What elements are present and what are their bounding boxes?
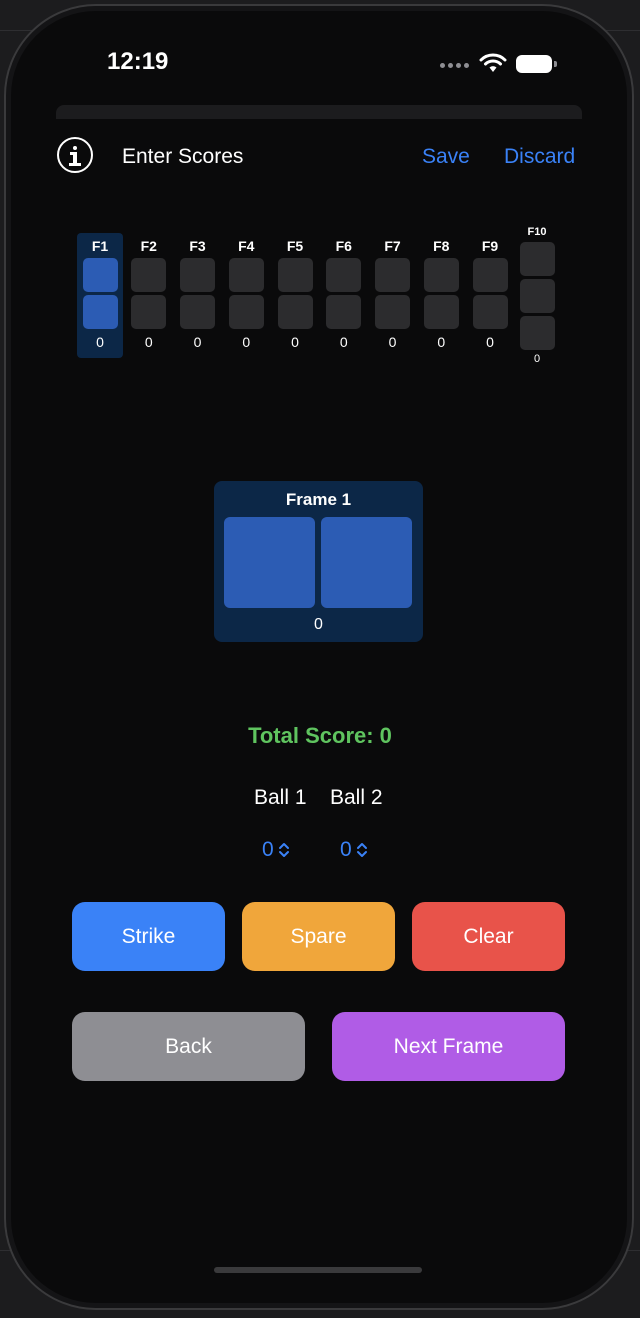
frame-label: F9 [481,238,499,254]
current-ball-1-box[interactable] [224,517,315,608]
ball-box-2[interactable] [228,295,264,329]
ball-box-1[interactable] [519,242,555,276]
frame-total: 0 [486,334,494,350]
ball-box-1[interactable] [375,258,410,292]
frame-label: F1 [91,238,109,254]
current-frame-total: 0 [314,616,323,633]
ball-2-value: 0 [340,838,352,861]
frame-label: F2 [140,238,157,254]
strike-button[interactable]: Strike [72,902,225,971]
spare-button[interactable]: Spare [242,902,395,971]
frame-label: F3 [189,238,206,254]
ball-box-1[interactable] [82,258,118,292]
frame-total: 0 [96,334,104,350]
frame-column-5[interactable]: F5 0 [272,237,318,350]
current-frame-title: Frame 1 [285,490,352,509]
frame-label: F6 [335,238,352,254]
cellular-signal-icon [440,63,469,68]
save-button[interactable]: Save [422,145,470,169]
frame-column-3[interactable]: F3 0 [175,237,221,350]
ball-box-1[interactable] [326,258,362,292]
back-button[interactable]: Back [72,1012,305,1081]
ball-box-2[interactable] [131,295,167,329]
frame-total: 0 [533,353,541,365]
ball-box-1[interactable] [423,258,459,292]
frame-total: 0 [437,334,446,350]
frame-column-7[interactable]: F7 0 [370,237,416,350]
ball-2-picker[interactable]: 0 [340,838,368,862]
frame-column-6[interactable]: F6 0 [321,237,367,350]
battery-tip [554,61,557,67]
ball-box-2[interactable] [375,295,410,329]
ball-1-picker[interactable]: 0 [262,838,290,862]
ball-1-value: 0 [262,838,274,861]
ball-box-2[interactable] [277,295,313,329]
frame-column-1[interactable]: F1 0 [77,237,123,350]
page-title: Enter Scores [122,145,244,168]
frame-label: F10 [527,226,547,238]
frame-total: 0 [144,334,153,350]
current-ball-2-box[interactable] [321,517,412,608]
ball-box-2[interactable] [326,295,362,329]
total-score: Total Score: 0 [248,723,392,748]
ball-box-1[interactable] [131,258,167,292]
info-icon[interactable] [57,137,93,173]
frame-column-2[interactable]: F2 0 [126,237,172,350]
ball-box-2[interactable] [472,295,508,329]
ball-box-1[interactable] [180,258,215,292]
ball-box-1[interactable] [277,258,313,292]
frame-label: F7 [384,238,401,254]
ball-box-2[interactable] [519,279,555,313]
frame-total: 0 [291,334,299,350]
wifi-icon [479,53,507,78]
current-frame-card: Frame 1 0 [214,481,423,642]
chevron-up-down-icon [278,843,289,857]
sheet-top-edge [56,105,582,119]
home-indicator [214,1267,422,1273]
frame-column-9[interactable]: F9 0 [467,237,513,350]
ball-1-label: Ball 1 [254,786,307,809]
ball-2-label: Ball 2 [330,786,383,809]
ball-box-1[interactable] [472,258,508,292]
frame-total: 0 [193,334,202,350]
frame-total: 0 [339,334,348,350]
frame-column-8[interactable]: F8 0 [418,237,464,350]
ball-box-2[interactable] [423,295,459,329]
clear-button[interactable]: Clear [412,902,565,971]
frame-column-10[interactable]: F10 0 [517,225,557,365]
ball-box-2[interactable] [82,295,118,329]
frame-label: F4 [238,238,255,254]
discard-button[interactable]: Discard [504,145,575,169]
ball-box-2[interactable] [180,295,215,329]
battery-icon [516,55,552,73]
ball-box-1[interactable] [228,258,264,292]
next-frame-button[interactable]: Next Frame [332,1012,565,1081]
frame-total: 0 [388,334,397,350]
frame-label: F5 [286,238,304,254]
frame-label: F8 [433,238,450,254]
frame-column-4[interactable]: F4 0 [223,237,269,350]
ball-box-3[interactable] [519,316,555,350]
frame-total: 0 [242,334,251,350]
device-frame [4,4,634,1310]
status-time: 12:19 [107,48,169,75]
chevron-up-down-icon [356,843,367,857]
